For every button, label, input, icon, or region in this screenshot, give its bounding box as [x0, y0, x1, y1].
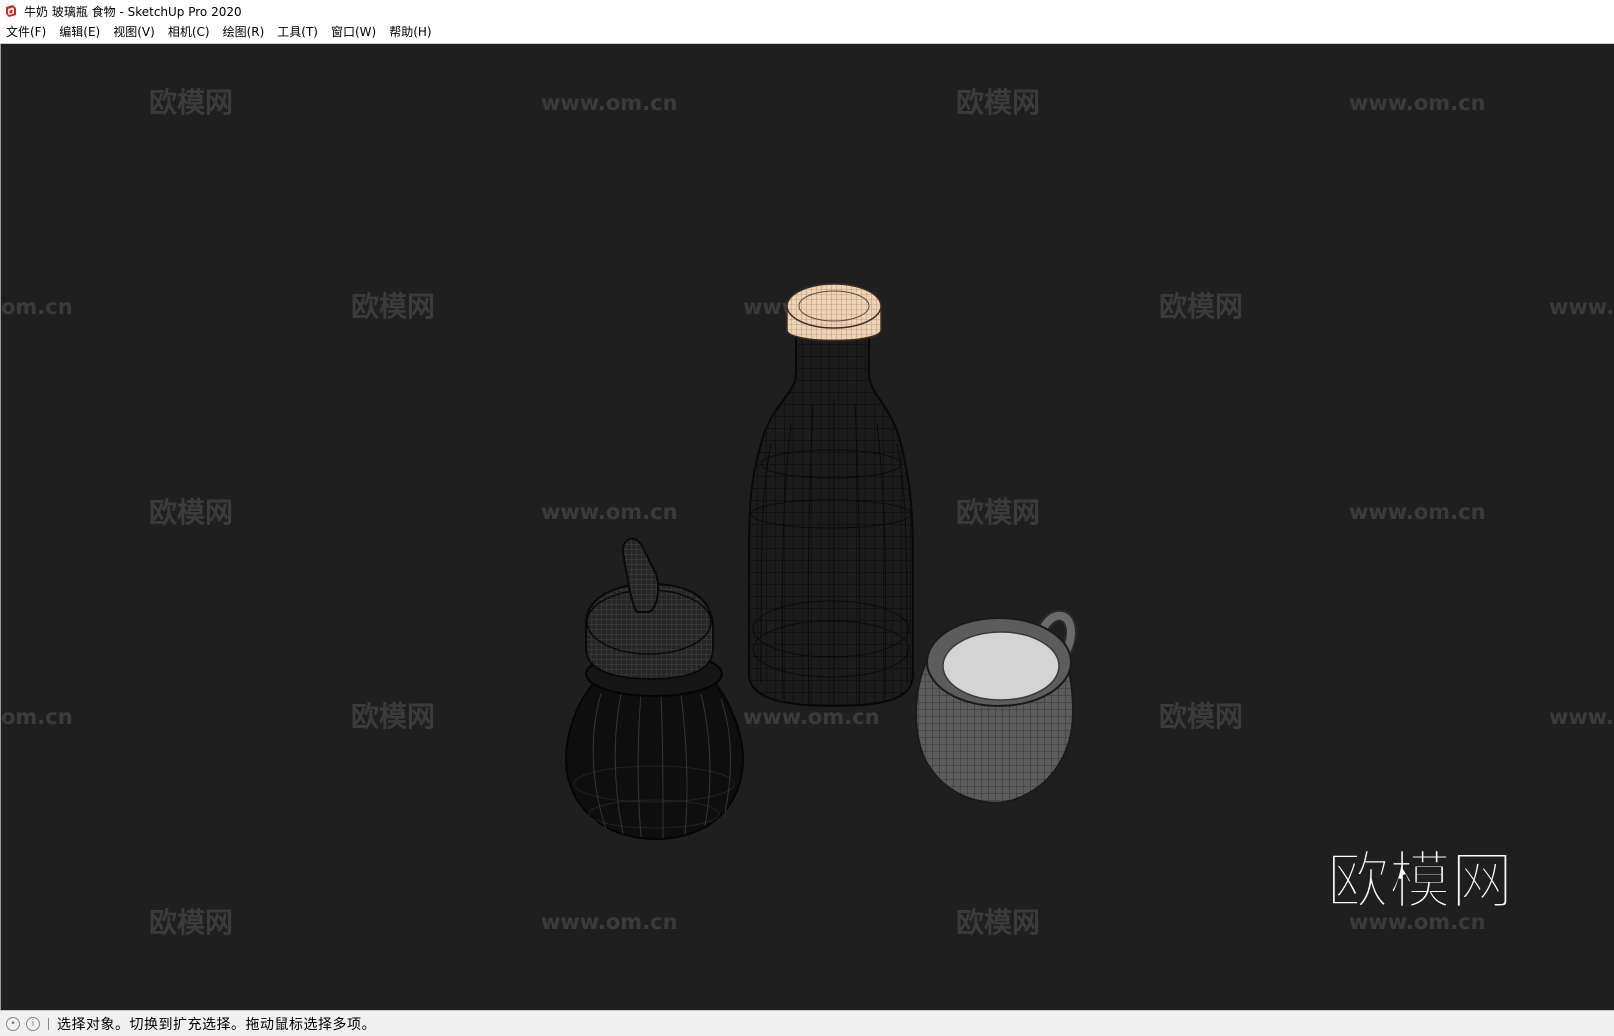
milk-pitcher-model[interactable]	[915, 609, 1078, 804]
watermark-url: www.om.cn	[1349, 500, 1486, 524]
menu-draw[interactable]: 绘图(R)	[217, 22, 272, 43]
watermark-url: www.om.cn	[743, 705, 880, 729]
watermark-url: www.om.cn	[1349, 91, 1486, 115]
watermark-brand: 欧模网	[956, 86, 1040, 119]
watermark-url-partial: om.cn	[1, 295, 73, 319]
watermark-brand: 欧模网	[956, 906, 1040, 939]
watermark-url-partial: www.	[1549, 705, 1614, 729]
scene-canvas[interactable]: 欧模网 www.om.cn 欧模网 www.om.cn om.cn 欧模网 ww…	[1, 44, 1614, 1010]
menu-tools[interactable]: 工具(T)	[271, 22, 325, 43]
watermark-brand: 欧模网	[351, 700, 435, 733]
sugar-dispenser-model[interactable]	[564, 537, 745, 841]
watermark-url: www.om.cn	[541, 91, 678, 115]
menu-camera[interactable]: 相机(C)	[162, 22, 217, 43]
watermark-brand: 欧模网	[149, 496, 233, 529]
menu-bar: 文件(F) 编辑(E) 视图(V) 相机(C) 绘图(R) 工具(T) 窗口(W…	[0, 22, 1614, 44]
watermark-brand: 欧模网	[1159, 700, 1243, 733]
watermark-url-partial: om.cn	[1, 705, 73, 729]
menu-edit[interactable]: 编辑(E)	[53, 22, 107, 43]
watermark-url: www.om.cn	[541, 910, 678, 934]
watermark-brand: 欧模网	[956, 496, 1040, 529]
geolocation-icon[interactable]: •	[6, 1016, 20, 1031]
menu-file[interactable]: 文件(F)	[0, 22, 53, 43]
menu-help[interactable]: 帮助(H)	[383, 22, 438, 43]
watermark-brand: 欧模网	[149, 86, 233, 119]
watermark-url-partial: www.	[1549, 295, 1614, 319]
menu-window[interactable]: 窗口(W)	[325, 22, 383, 43]
milk-bottle-model[interactable]	[748, 283, 914, 708]
watermark-brand: 欧模网	[351, 290, 435, 323]
sketchup-logo-icon	[4, 4, 18, 18]
milk-surface	[942, 631, 1060, 701]
title-bar: 牛奶 玻璃瓶 食物 - SketchUp Pro 2020	[0, 0, 1614, 22]
status-divider	[48, 1017, 49, 1030]
watermark-logo: 欧模网	[1327, 844, 1513, 917]
bottle-cap	[786, 283, 882, 342]
menu-view[interactable]: 视图(V)	[107, 22, 162, 43]
watermark-brand: 欧模网	[149, 906, 233, 939]
watermark-url: www.om.cn	[541, 500, 678, 524]
info-icon[interactable]: i	[26, 1016, 40, 1031]
status-message: 选择对象。切换到扩充选择。拖动鼠标选择多项。	[57, 1016, 376, 1033]
status-bar: • i 选择对象。切换到扩充选择。拖动鼠标选择多项。	[0, 1010, 1614, 1036]
model-viewport[interactable]: 欧模网 www.om.cn 欧模网 www.om.cn om.cn 欧模网 ww…	[0, 44, 1614, 1010]
window-title: 牛奶 玻璃瓶 食物 - SketchUp Pro 2020	[24, 4, 242, 19]
watermark-brand: 欧模网	[1159, 290, 1243, 323]
